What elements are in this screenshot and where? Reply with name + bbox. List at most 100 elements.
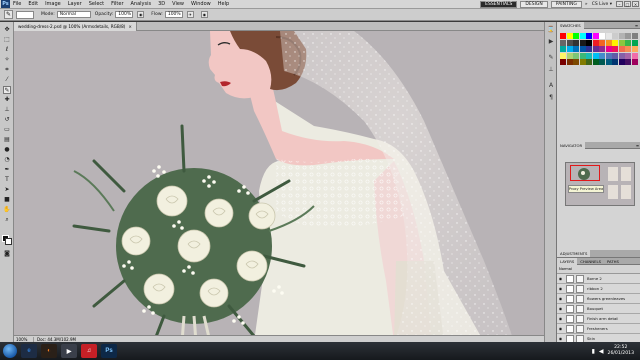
visibility-eye-icon[interactable]: ◉	[557, 286, 564, 291]
navigator-proxy-box[interactable]	[570, 165, 600, 181]
character-panel-icon[interactable]: A	[547, 82, 555, 90]
eyedropper-tool-icon[interactable]: ⁄	[3, 76, 11, 84]
color-swatch[interactable]	[631, 33, 638, 39]
media-player-icon[interactable]: ▶	[61, 344, 77, 358]
photoshop-icon[interactable]: Ps	[101, 344, 117, 358]
menu-filter[interactable]: Filter	[111, 1, 123, 7]
color-swatch[interactable]	[560, 33, 566, 39]
color-swatch[interactable]	[573, 46, 579, 52]
color-swatch[interactable]	[586, 39, 592, 46]
tab-paths[interactable]: PATHS	[604, 258, 622, 265]
color-swatch[interactable]	[579, 46, 586, 52]
opacity-input[interactable]: 100%	[115, 11, 134, 18]
color-swatch[interactable]	[631, 46, 638, 52]
dodge-tool-icon[interactable]: ◔	[3, 156, 11, 164]
color-swatch[interactable]	[579, 33, 586, 39]
color-swatch[interactable]	[592, 39, 599, 46]
color-swatch[interactable]	[618, 59, 625, 65]
color-swatch[interactable]	[566, 46, 573, 52]
zoom-level[interactable]: 100%	[14, 336, 34, 342]
color-swatch[interactable]	[573, 33, 579, 39]
music-app-icon[interactable]: ♫	[81, 344, 97, 358]
color-swatch[interactable]	[612, 46, 618, 52]
pressure-size-icon[interactable]: ◉	[200, 11, 208, 18]
color-swatch[interactable]	[592, 46, 599, 52]
color-swatch[interactable]	[612, 33, 618, 39]
color-swatch[interactable]	[592, 52, 599, 59]
color-swatch[interactable]	[560, 52, 566, 59]
tab-navigator[interactable]: NAVIGATOR	[557, 141, 586, 149]
color-swatch[interactable]	[605, 59, 612, 65]
panel-menu-icon[interactable]: ≡	[632, 22, 640, 29]
crop-tool-icon[interactable]: ⌗	[3, 66, 11, 74]
layer-row[interactable]: ◉ Finish arm detail	[557, 314, 640, 324]
lasso-tool-icon[interactable]: ℓ	[3, 46, 11, 54]
tab-channels[interactable]: CHANNELS	[577, 258, 604, 265]
menu-file[interactable]: File	[13, 1, 21, 7]
color-swatch[interactable]	[579, 52, 586, 59]
cs-live-button[interactable]: CS Live ▾	[592, 2, 612, 7]
color-swatch[interactable]	[618, 52, 625, 59]
visibility-eye-icon[interactable]: ◉	[557, 276, 564, 281]
visibility-eye-icon[interactable]: ◉	[557, 316, 564, 321]
color-swatch[interactable]	[566, 59, 573, 65]
menu-select[interactable]: Select	[89, 1, 104, 7]
brush-size-picker[interactable]	[16, 10, 34, 19]
network-icon[interactable]: ▮	[592, 348, 595, 355]
workspace-overflow-button[interactable]: »	[585, 2, 588, 7]
document-canvas[interactable]	[14, 31, 544, 342]
color-swatch[interactable]	[605, 39, 612, 46]
history-panel-icon[interactable]: ⌛	[547, 26, 555, 34]
color-swatch[interactable]	[612, 52, 618, 59]
color-swatch[interactable]	[625, 59, 631, 65]
menu-image[interactable]: Image	[45, 1, 61, 7]
color-swatch[interactable]	[599, 46, 605, 52]
visibility-eye-icon[interactable]: ◉	[557, 296, 564, 301]
layer-row[interactable]: ◉ Bouquet	[557, 304, 640, 314]
pressure-opacity-icon[interactable]: ◉	[137, 11, 145, 18]
color-swatch[interactable]	[631, 59, 638, 65]
navigator-thumbnail[interactable]: Proxy Preview Area	[565, 162, 635, 206]
color-swatch[interactable]	[566, 39, 573, 46]
color-swatch[interactable]	[579, 59, 586, 65]
color-swatch[interactable]	[586, 52, 592, 59]
workspace-design-button[interactable]: DESIGN	[520, 0, 548, 8]
layer-blend-mode-select[interactable]: Normal	[559, 267, 572, 271]
color-swatch[interactable]	[586, 46, 592, 52]
hand-tool-icon[interactable]: ✋	[3, 206, 11, 214]
color-swatch[interactable]	[618, 46, 625, 52]
menu-layer[interactable]: Layer	[68, 1, 82, 7]
color-swatch[interactable]	[599, 59, 605, 65]
color-swatch[interactable]	[599, 33, 605, 39]
color-swatch[interactable]	[618, 33, 625, 39]
internet-explorer-icon[interactable]: e	[21, 344, 37, 358]
move-tool-icon[interactable]: ✥	[3, 26, 11, 34]
color-swatch[interactable]	[599, 39, 605, 46]
start-button-icon[interactable]	[3, 344, 17, 358]
color-swatch[interactable]	[573, 52, 579, 59]
color-swatch[interactable]	[618, 39, 625, 46]
shape-tool-icon[interactable]: ■	[3, 196, 11, 204]
brushes-panel-icon[interactable]: ✎	[547, 54, 555, 62]
color-swatch[interactable]	[586, 59, 592, 65]
color-swatch[interactable]	[631, 39, 638, 46]
gradient-tool-icon[interactable]: ▤	[3, 136, 11, 144]
visibility-eye-icon[interactable]: ◉	[557, 336, 564, 341]
actions-panel-icon[interactable]: ▶	[547, 38, 555, 46]
airbrush-icon[interactable]: ✈	[186, 11, 194, 18]
brush-tool-preset-icon[interactable]: ✎	[4, 10, 13, 19]
tab-swatches[interactable]: SWATCHES	[557, 21, 584, 29]
maximize-icon[interactable]: □	[624, 1, 631, 7]
color-swatch[interactable]	[625, 33, 631, 39]
color-swatch[interactable]	[566, 52, 573, 59]
layer-row[interactable]: ◉ Borne 2	[557, 274, 640, 284]
layer-row[interactable]: ◉ Fresheners	[557, 324, 640, 334]
document-size-info[interactable]: Doc: 44.3M/102.9M	[34, 337, 76, 342]
color-swatch[interactable]	[579, 39, 586, 46]
tab-adjustments[interactable]: ADJUSTMENTS	[557, 250, 591, 257]
workspace-painting-button[interactable]: PAINTING	[550, 0, 582, 8]
close-icon[interactable]: ×	[128, 24, 131, 29]
paragraph-panel-icon[interactable]: ¶	[547, 94, 555, 102]
menu-3d[interactable]: 3D	[158, 1, 165, 7]
color-swatch[interactable]	[605, 46, 612, 52]
